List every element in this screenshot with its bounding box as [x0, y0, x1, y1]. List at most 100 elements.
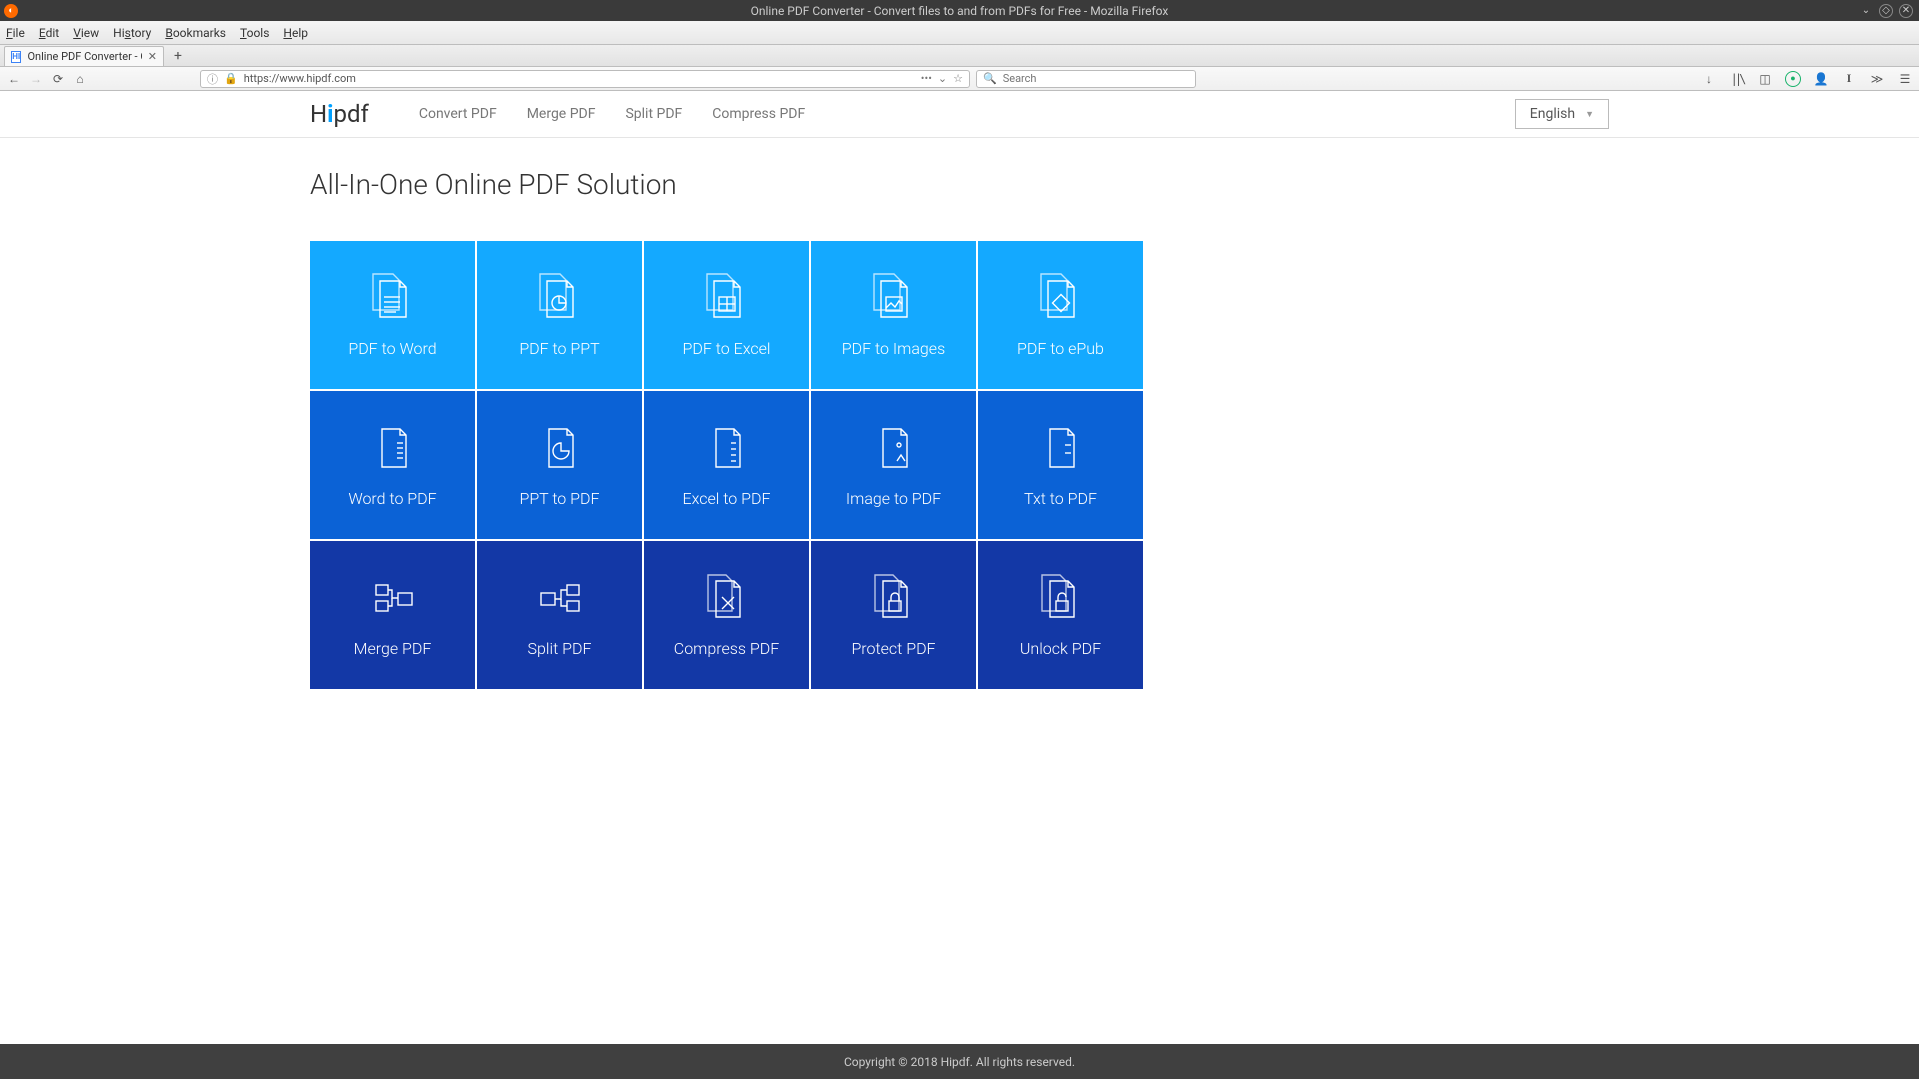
tile-pdf-to-excel[interactable]: PDF to Excel: [644, 241, 809, 389]
tile-label: Merge PDF: [354, 639, 432, 658]
nav-convert-pdf[interactable]: Convert PDF: [419, 106, 497, 122]
forward-button[interactable]: →: [28, 71, 44, 87]
extension-i-icon[interactable]: I: [1841, 71, 1857, 87]
menu-tools[interactable]: Tools: [240, 26, 269, 40]
url-bar[interactable]: ⓘ 🔒 https://www.hipdf.com ••• ⌄ ☆: [200, 70, 970, 88]
tile-label: PDF to Excel: [683, 339, 771, 358]
split-icon: [537, 573, 583, 623]
tab-bar: HI Online PDF Converter - Co... ✕ +: [0, 45, 1919, 67]
tile-label: Unlock PDF: [1020, 639, 1101, 658]
minimize-icon[interactable]: ⌄: [1859, 4, 1873, 18]
tile-label: Txt to PDF: [1024, 489, 1097, 508]
tile-label: Split PDF: [528, 639, 592, 658]
menu-history[interactable]: History: [113, 26, 151, 40]
tab-favicon: HI: [11, 51, 21, 63]
tile-label: Image to PDF: [846, 489, 941, 508]
bookmark-star-icon[interactable]: ☆: [953, 72, 963, 85]
tile-pdf-to-images[interactable]: PDF to Images: [811, 241, 976, 389]
search-input[interactable]: [1003, 72, 1189, 85]
extension-green-icon[interactable]: ●: [1785, 71, 1801, 87]
window-titlebar: ◐ Online PDF Converter - Convert files t…: [0, 0, 1919, 21]
library-icon[interactable]: ||\: [1729, 71, 1745, 87]
lock-icon: 🔒: [224, 72, 238, 85]
reload-button[interactable]: ⟳: [50, 71, 66, 87]
tile-label: PDF to PPT: [519, 339, 599, 358]
document-chart-icon: [537, 273, 583, 323]
url-text: https://www.hipdf.com: [244, 72, 915, 85]
nav-split-pdf[interactable]: Split PDF: [625, 106, 682, 122]
tools-grid: PDF to Word PDF to PPT PDF to Excel PDF …: [310, 241, 1609, 689]
page-actions-icon[interactable]: •••: [921, 72, 932, 85]
page-content: Hipdf Convert PDF Merge PDF Split PDF Co…: [0, 91, 1919, 1044]
maximize-icon[interactable]: ◇: [1879, 4, 1893, 18]
nav-toolbar: ← → ⟳ ⌂ ⓘ 🔒 https://www.hipdf.com ••• ⌄ …: [0, 67, 1919, 91]
document-txt-icon: [1038, 423, 1084, 473]
lock-open-icon: [1038, 573, 1084, 623]
menu-edit[interactable]: Edit: [39, 26, 59, 40]
footer-text: Copyright © 2018 Hipdf. All rights reser…: [844, 1055, 1075, 1069]
tile-pdf-to-word[interactable]: PDF to Word: [310, 241, 475, 389]
new-tab-button[interactable]: +: [168, 46, 188, 66]
document-excel-icon: [704, 423, 750, 473]
site-nav: Convert PDF Merge PDF Split PDF Compress…: [419, 106, 805, 122]
window-title: Online PDF Converter - Convert files to …: [751, 4, 1169, 18]
lock-closed-icon: [871, 573, 917, 623]
overflow-icon[interactable]: ≫: [1869, 71, 1885, 87]
tile-pdf-to-ppt[interactable]: PDF to PPT: [477, 241, 642, 389]
document-epub-icon: [1038, 273, 1084, 323]
browser-menubar: File Edit View History Bookmarks Tools H…: [0, 21, 1919, 45]
tile-unlock-pdf[interactable]: Unlock PDF: [978, 541, 1143, 689]
document-word-icon: [370, 423, 416, 473]
tile-label: Excel to PDF: [683, 489, 771, 508]
search-icon: 🔍: [983, 72, 997, 85]
tile-label: Word to PDF: [348, 489, 436, 508]
document-table-icon: [704, 273, 750, 323]
downloads-icon[interactable]: ↓: [1701, 71, 1717, 87]
document-ppt-icon: [537, 423, 583, 473]
language-label: English: [1530, 106, 1575, 122]
tile-ppt-to-pdf[interactable]: PPT to PDF: [477, 391, 642, 539]
page-footer: Copyright © 2018 Hipdf. All rights reser…: [0, 1044, 1919, 1079]
window-controls: ⌄ ◇ ✕: [1859, 4, 1913, 18]
language-selector[interactable]: English ▼: [1515, 99, 1609, 129]
tile-label: PDF to ePub: [1017, 339, 1104, 358]
tile-merge-pdf[interactable]: Merge PDF: [310, 541, 475, 689]
tile-compress-pdf[interactable]: Compress PDF: [644, 541, 809, 689]
home-button[interactable]: ⌂: [72, 71, 88, 87]
document-image-in-icon: [871, 423, 917, 473]
chevron-down-icon: ▼: [1585, 109, 1594, 120]
tile-txt-to-pdf[interactable]: Txt to PDF: [978, 391, 1143, 539]
tile-label: Protect PDF: [851, 639, 935, 658]
menu-view[interactable]: View: [73, 26, 99, 40]
page-title: All-In-One Online PDF Solution: [310, 168, 1609, 201]
back-button[interactable]: ←: [6, 71, 22, 87]
document-image-icon: [871, 273, 917, 323]
tile-label: Compress PDF: [674, 639, 779, 658]
info-icon[interactable]: ⓘ: [207, 71, 218, 87]
tile-label: PPT to PDF: [519, 489, 599, 508]
tile-word-to-pdf[interactable]: Word to PDF: [310, 391, 475, 539]
tile-label: PDF to Word: [348, 339, 436, 358]
hamburger-menu-icon[interactable]: ☰: [1897, 71, 1913, 87]
menu-help[interactable]: Help: [283, 26, 308, 40]
tab-title: Online PDF Converter - Co...: [27, 50, 141, 63]
site-header: Hipdf Convert PDF Merge PDF Split PDF Co…: [0, 91, 1919, 138]
nav-merge-pdf[interactable]: Merge PDF: [527, 106, 596, 122]
search-bar[interactable]: 🔍: [976, 70, 1196, 88]
merge-icon: [370, 573, 416, 623]
tab-active[interactable]: HI Online PDF Converter - Co... ✕: [4, 46, 164, 66]
tile-split-pdf[interactable]: Split PDF: [477, 541, 642, 689]
sidebar-icon[interactable]: ◫: [1757, 71, 1773, 87]
pocket-icon[interactable]: ⌄: [938, 72, 947, 85]
menu-bookmarks[interactable]: Bookmarks: [165, 26, 226, 40]
tab-close-icon[interactable]: ✕: [148, 50, 157, 63]
nav-compress-pdf[interactable]: Compress PDF: [712, 106, 805, 122]
tile-protect-pdf[interactable]: Protect PDF: [811, 541, 976, 689]
tile-pdf-to-epub[interactable]: PDF to ePub: [978, 241, 1143, 389]
tile-excel-to-pdf[interactable]: Excel to PDF: [644, 391, 809, 539]
site-logo[interactable]: Hipdf: [310, 100, 369, 128]
close-window-icon[interactable]: ✕: [1899, 4, 1913, 18]
extension-blue-icon[interactable]: 👤: [1813, 71, 1829, 87]
tile-image-to-pdf[interactable]: Image to PDF: [811, 391, 976, 539]
menu-file[interactable]: File: [6, 26, 25, 40]
